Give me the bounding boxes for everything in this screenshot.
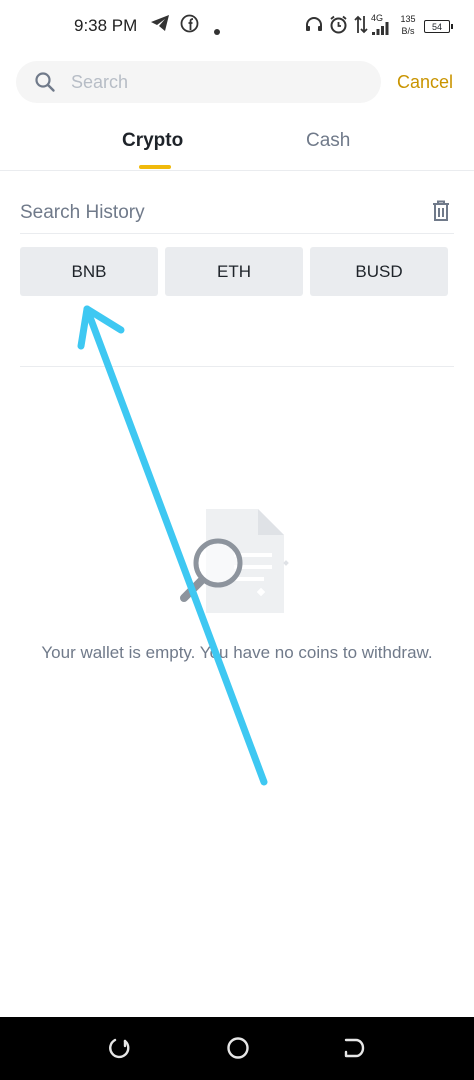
cancel-button[interactable]: Cancel [397, 72, 453, 93]
system-nav-bar [0, 1017, 474, 1080]
empty-wallet-illustration [176, 505, 300, 622]
facebook-icon [180, 14, 199, 38]
data-transfer-icon [354, 15, 368, 39]
alarm-icon [329, 15, 348, 39]
tab-crypto[interactable]: Crypto [122, 130, 183, 152]
history-chip-eth[interactable]: ETH [165, 247, 303, 296]
back-icon[interactable] [342, 1036, 366, 1065]
tabs-divider [0, 170, 474, 171]
headphones-icon [305, 16, 323, 37]
home-icon[interactable] [226, 1036, 250, 1065]
signal-icon [372, 22, 389, 40]
net-speed-value: 135 [400, 14, 416, 24]
history-divider [20, 233, 454, 234]
trash-icon[interactable] [430, 199, 452, 228]
history-chip-busd[interactable]: BUSD [310, 247, 448, 296]
net-speed-unit: B/s [401, 26, 415, 36]
search-icon [34, 71, 56, 98]
telegram-icon [150, 14, 170, 37]
tab-cash[interactable]: Cash [306, 130, 350, 152]
status-time: 9:38 PM [74, 16, 138, 35]
empty-state-message: Your wallet is empty. You have no coins … [41, 643, 433, 662]
battery-indicator: 54 [424, 20, 453, 33]
history-chip-bnb[interactable]: BNB [20, 247, 158, 296]
search-bar[interactable] [16, 61, 381, 103]
recent-apps-icon[interactable] [108, 1036, 132, 1065]
search-history-title: Search History [20, 202, 145, 223]
notification-dot-icon [214, 22, 220, 40]
status-bar: 9:38 PM 4G 135 B/s 54 [0, 0, 474, 54]
active-tab-indicator [139, 165, 171, 169]
search-input[interactable] [71, 61, 361, 103]
section-divider [20, 366, 454, 367]
